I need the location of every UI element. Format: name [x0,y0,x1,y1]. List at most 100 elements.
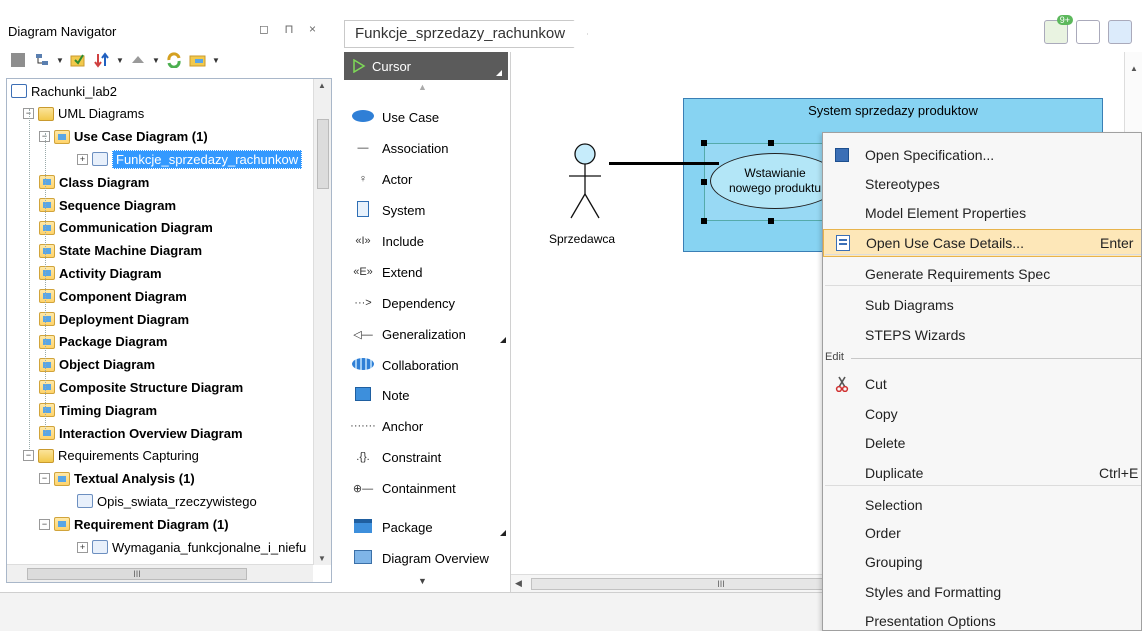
tree-item[interactable]: Class Diagram [39,171,149,193]
folder-check-icon[interactable] [68,50,88,70]
collapse-icon[interactable]: − [39,473,50,485]
diagram-overview-icon[interactable] [1108,20,1132,44]
collapse-icon[interactable]: − [23,450,34,462]
palette-item[interactable]: Package [350,514,506,540]
expand-icon[interactable]: + [77,541,88,553]
menu-item[interactable]: Grouping [823,548,1141,576]
menu-item[interactable]: Model Element Properties [823,199,1141,227]
palette-item[interactable]: Use Case [350,104,439,130]
new-diagram-icon[interactable] [8,50,28,70]
folder-icon[interactable] [188,50,208,70]
scroll-down-icon[interactable]: ▼ [318,554,326,563]
palette-item[interactable]: ···> Dependency [350,290,455,316]
palette-glyph-icon: ⊕— [352,482,374,495]
tree-item[interactable]: Communication Diagram [39,217,213,239]
tree-item[interactable]: − Textual Analysis (1) [39,468,195,490]
tree-hscroll-thumb[interactable]: III [27,568,247,580]
resize-handle[interactable] [701,218,707,224]
tree-item[interactable]: + Wymagania_funkcjonalne_i_niefu [77,536,306,558]
tree-item[interactable]: + Funkcje_sprzedazy_rachunkow [77,148,303,170]
tree-item-label: Activity Diagram [59,265,162,281]
tree-item[interactable]: Rachunki_lab2 [11,80,117,102]
sort-icon[interactable] [92,50,112,70]
menu-item-label: Styles and Formatting [865,584,1002,600]
menu-item[interactable]: Sub Diagrams [823,291,1141,319]
menu-item[interactable]: Delete [823,429,1141,457]
menu-item[interactable]: Open Specification... [823,141,1141,169]
palette-item[interactable]: System [350,197,425,223]
tree-item[interactable]: Activity Diagram [39,262,162,284]
context-menu: Open Specification... Stereotypes Model El… [822,132,1142,631]
navigator-window-controls[interactable]: ◻ ⊓ × [259,22,322,36]
palette-item[interactable]: «I» Include [350,228,424,254]
chevron-down-icon[interactable]: ▼ [56,56,64,65]
menu-item[interactable]: Open Use Case Details... Enter [823,229,1141,257]
expand-icon[interactable]: + [77,153,88,165]
breadcrumb[interactable]: Funkcje_sprzedazy_rachunkow [344,20,589,48]
tree-vertical-scrollbar[interactable]: ▲ ▼ [313,79,331,565]
tree-item[interactable]: State Machine Diagram [39,240,202,262]
palette-scroll-down-icon[interactable]: ▼ [418,576,427,586]
submenu-indicator-icon[interactable] [500,530,506,536]
resize-handle[interactable] [768,218,774,224]
tree-item[interactable]: − Requirement Diagram (1) [39,513,229,535]
palette-item[interactable]: «E» Extend [350,259,422,285]
association-line[interactable] [609,162,719,165]
tree-item[interactable]: Package Diagram [39,331,167,353]
tree-item[interactable]: Object Diagram [39,354,155,376]
menu-item[interactable]: Duplicate Ctrl+E [823,459,1141,487]
resize-handle[interactable] [701,140,707,146]
tree-horizontal-scrollbar[interactable]: III [7,564,313,582]
tree-item[interactable]: − UML Diagrams [23,103,144,125]
tree-item[interactable]: Interaction Overview Diagram [39,422,243,444]
menu-item[interactable]: STEPS Wizards [823,321,1141,349]
chevron-down-icon[interactable]: ▼ [152,56,160,65]
submenu-indicator-icon[interactable] [500,337,506,343]
tree-item[interactable]: Composite Structure Diagram [39,376,243,398]
palette-item[interactable]: — Association [350,135,449,161]
palette-item[interactable]: .{}. Constraint [350,444,441,470]
palette-item[interactable]: Note [350,382,409,408]
palette-item[interactable]: ◁— Generalization [350,321,506,347]
chevron-down-icon[interactable]: ▼ [116,56,124,65]
layout-icon[interactable] [1076,20,1100,44]
palette-item[interactable]: ······· Anchor [350,413,423,439]
palette-item[interactable]: Diagram Overview [350,545,489,571]
tree-item-label: UML Diagrams [58,106,145,122]
tree-item[interactable]: − Requirements Capturing [23,445,199,467]
collapse-icon[interactable]: − [39,518,50,530]
tree-item[interactable]: Opis_swiata_rzeczywistego [77,490,257,512]
usecase-wstawianie[interactable]: Wstawianie nowego produktu [710,153,840,209]
menu-item[interactable]: Selection [823,491,1141,519]
cursor-submenu-icon[interactable] [496,70,502,76]
tree-item[interactable]: Timing Diagram [39,399,157,421]
tree-item[interactable]: − Use Case Diagram (1) [39,126,208,148]
tree-item[interactable]: Deployment Diagram [39,308,189,330]
tree-item[interactable]: Sequence Diagram [39,194,176,216]
palette-scroll-up-icon[interactable]: ▲ [418,82,427,92]
palette-item[interactable]: ⊕— Containment [350,475,456,501]
tree-view-icon[interactable] [32,50,52,70]
palette-item[interactable]: ♀ Actor [350,166,412,192]
refresh-icon[interactable] [164,50,184,70]
resize-handle[interactable] [768,140,774,146]
chevron-down-icon[interactable]: ▼ [212,56,220,65]
tree-vscroll-thumb[interactable] [317,119,329,189]
scroll-up-icon[interactable]: ▲ [318,81,326,90]
resize-handle[interactable] [701,179,707,185]
tree-item[interactable]: Component Diagram [39,285,187,307]
menu-item[interactable]: Generate Requirements Spec [823,260,1141,288]
notification-megaphone-icon[interactable]: 9+ [1044,15,1073,44]
scroll-up-icon[interactable]: ▲ [1130,64,1138,73]
palette-item[interactable]: Collaboration [350,352,459,378]
scroll-left-icon[interactable]: ◀ [515,578,522,589]
menu-item[interactable]: Stereotypes [823,170,1141,198]
menu-item[interactable]: Copy [823,400,1141,428]
cursor-tool[interactable]: Cursor [344,52,508,80]
menu-item[interactable]: Styles and Formatting [823,578,1141,606]
actor-icon[interactable] [559,142,611,230]
menu-item[interactable]: Order [823,519,1141,547]
up-arrow-icon[interactable] [128,50,148,70]
menu-item[interactable]: Presentation Options [823,607,1141,630]
menu-item[interactable]: Cut [823,370,1141,398]
